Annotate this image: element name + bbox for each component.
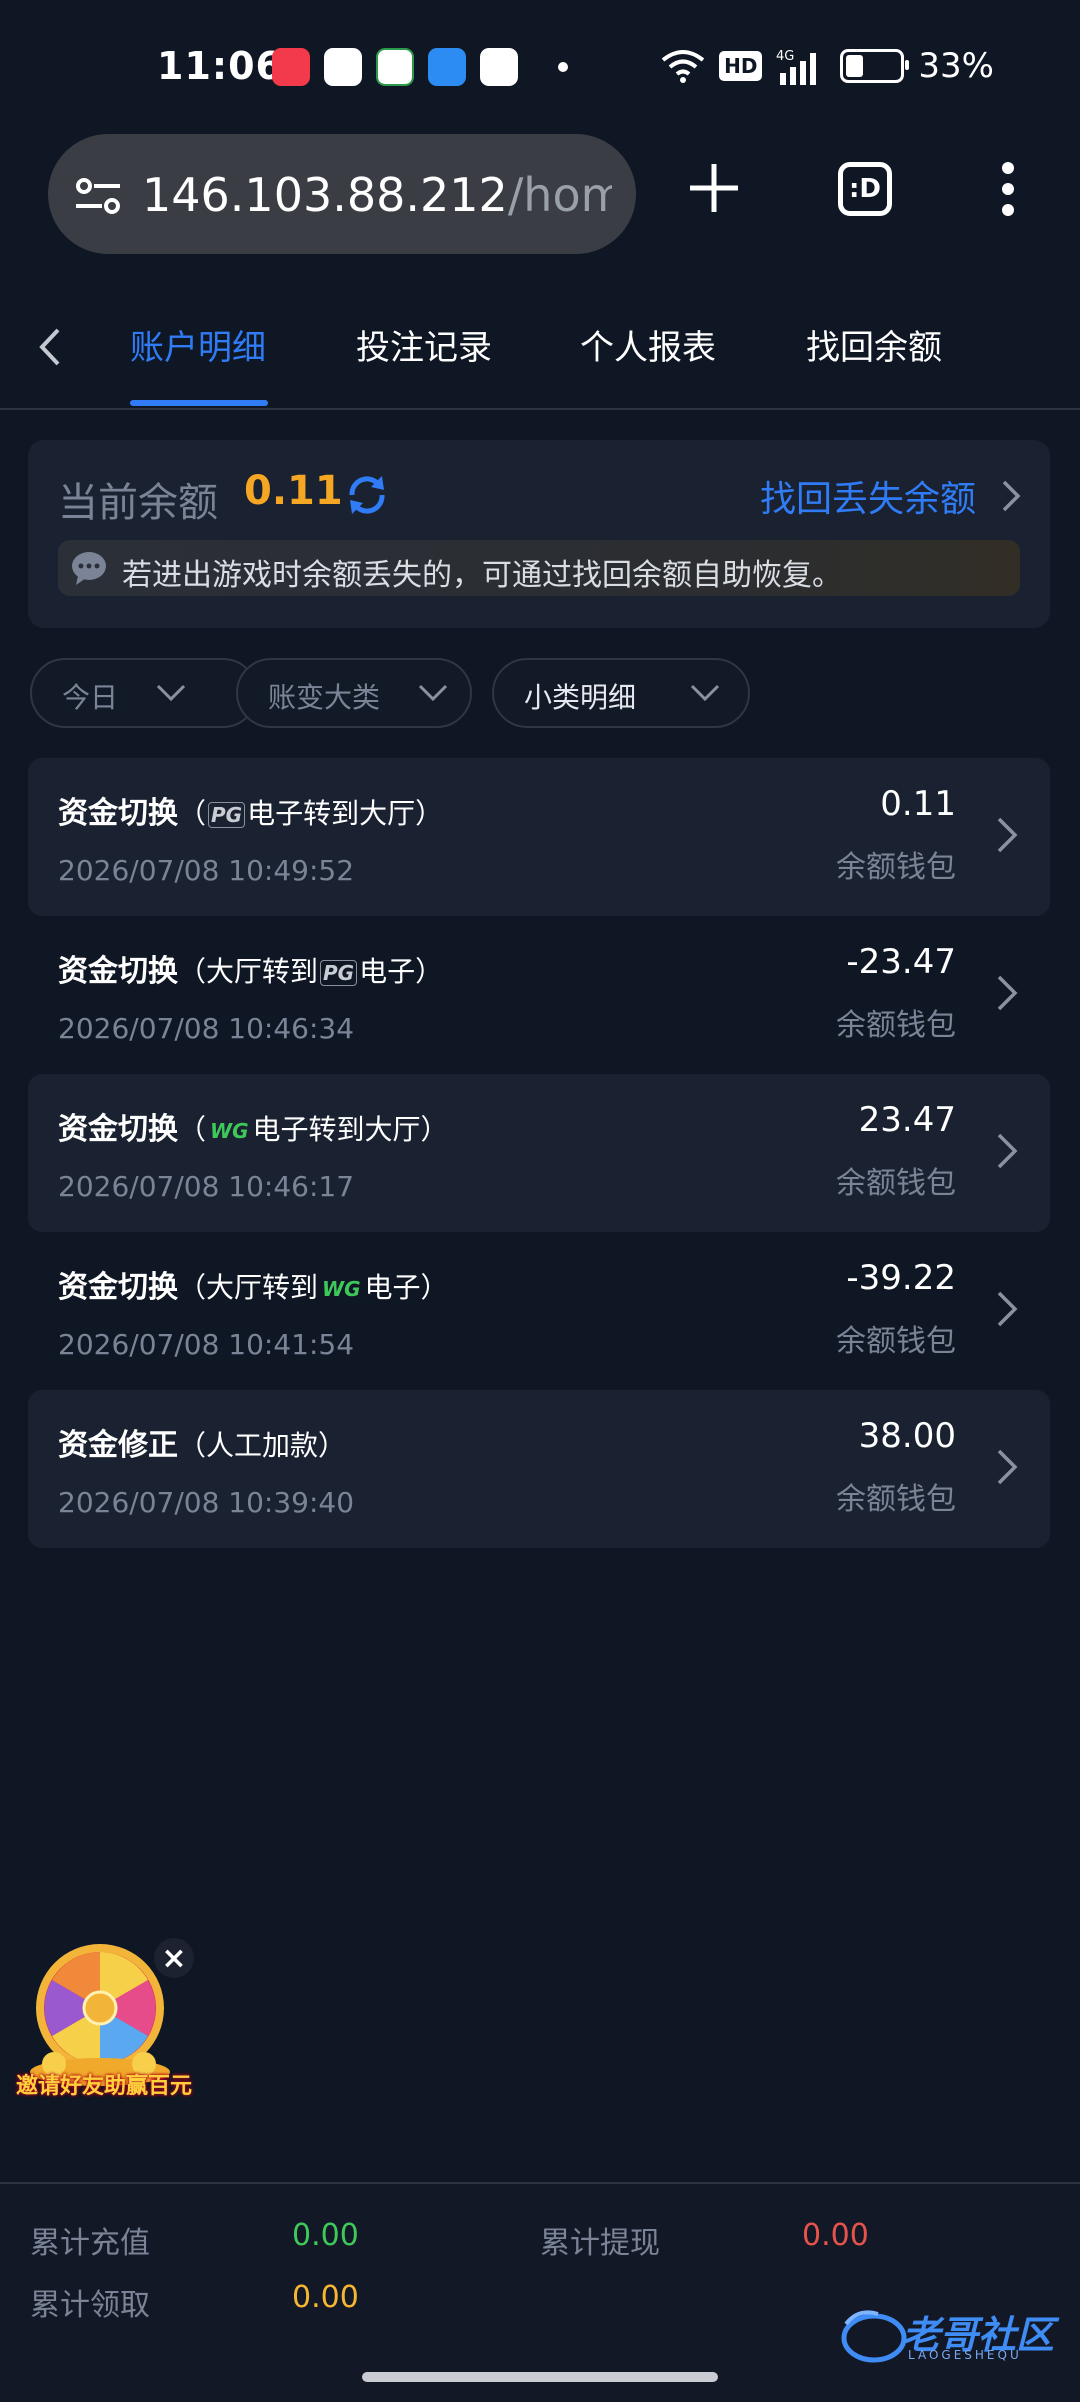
notification-icons (272, 48, 568, 86)
wg-logo: WG (322, 1276, 361, 1301)
total-recharge-label: 累计充值 (30, 2226, 150, 2261)
transaction-amount: 23.47 (858, 1100, 956, 1140)
transaction-wallet: 余额钱包 (836, 1166, 956, 1201)
watermark-logo: 老哥社区 LAOGESHEQU (838, 2300, 1068, 2370)
transaction-wallet: 余额钱包 (836, 1008, 956, 1043)
files-app-icon (428, 48, 466, 86)
total-claimed-label: 累计领取 (30, 2288, 150, 2323)
invite-promo-widget[interactable]: × 邀请好友助赢百元 (14, 1938, 194, 2110)
transaction-row[interactable]: 资金切换（ WG 电子转到大厅） 2026/07/08 10:46:17 23.47… (28, 1074, 1050, 1232)
battery-icon (840, 49, 910, 83)
transaction-title: 资金切换（ WG 电子转到大厅） (58, 1112, 449, 1147)
subcategory-filter-label: 小类明细 (524, 681, 637, 714)
close-promo-icon[interactable]: × (154, 1938, 194, 1978)
chat-bubble-icon (72, 552, 106, 585)
transaction-time: 2026/07/08 10:46:17 (58, 1170, 355, 1203)
total-withdraw-label: 累计提现 (540, 2226, 660, 2261)
transaction-amount: 0.11 (880, 784, 956, 824)
transaction-title: 资金切换（大厅转到 PG 电子） (58, 954, 444, 989)
date-filter-label: 今日 (62, 681, 119, 714)
transaction-time: 2026/07/08 10:39:40 (58, 1486, 355, 1519)
new-tab-plus-icon[interactable] (688, 162, 740, 214)
watermark-subtext: LAOGESHEQU (908, 2348, 1022, 2362)
battery-percent: 33% (918, 46, 994, 86)
chevron-right-icon (997, 1133, 1018, 1169)
transaction-list: 资金切换（ PG 电子转到大厅） 2026/07/08 10:49:52 0.11 … (28, 758, 1050, 1548)
transaction-row[interactable]: 资金修正（人工加款） 2026/07/08 10:39:40 38.00 余额钱… (28, 1390, 1050, 1548)
tab-bet-records[interactable]: 投注记录 (356, 320, 492, 369)
date-filter-dropdown[interactable]: 今日 (30, 658, 258, 728)
hd-badge: HD (719, 51, 763, 81)
status-time: 11:06 (157, 44, 283, 88)
subcategory-filter-dropdown[interactable]: 小类明细 (492, 658, 750, 728)
chevron-right-icon (997, 1291, 1018, 1327)
chevron-down-icon (690, 684, 720, 702)
refresh-balance-icon[interactable] (344, 472, 390, 518)
transaction-amount: 38.00 (858, 1416, 956, 1456)
transaction-wallet: 余额钱包 (836, 850, 956, 885)
url-path: /home/r (507, 168, 612, 222)
tab-personal-report[interactable]: 个人报表 (580, 320, 716, 369)
chevron-down-icon (418, 684, 448, 702)
browser-app-icon (480, 48, 518, 86)
url-host: 146.103.88.212 (142, 168, 508, 222)
transaction-title: 资金修正（人工加款） (58, 1428, 347, 1463)
transaction-wallet: 余额钱包 (836, 1482, 956, 1517)
system-indicators: HD 4G 33% (661, 46, 994, 86)
status-bar: 11:06 HD 4G 33% (0, 0, 1080, 130)
svg-text:4G: 4G (776, 49, 794, 64)
balance-value: 0.11 (244, 468, 343, 514)
category-filter-label: 账变大类 (268, 681, 381, 714)
recover-lost-balance-link[interactable]: 找回丢失余额 (760, 470, 976, 522)
transaction-row[interactable]: 资金切换（大厅转到 PG 电子） 2026/07/08 10:46:34 -23.4… (28, 916, 1050, 1074)
total-claimed-value: 0.00 (292, 2280, 359, 2315)
dragon-logo-icon (841, 2310, 907, 2363)
music-app-icon (272, 48, 310, 86)
chevron-right-icon[interactable] (998, 478, 1024, 514)
pg-logo: PG (208, 801, 246, 828)
chevron-right-icon (997, 975, 1018, 1011)
transaction-row[interactable]: 资金切换（大厅转到 WG 电子） 2026/07/08 10:41:54 -39.2… (28, 1232, 1050, 1390)
transaction-amount: -39.22 (846, 1258, 956, 1298)
category-filter-dropdown[interactable]: 账变大类 (236, 658, 472, 728)
account-tabs: 账户明细 投注记录 个人报表 找回余额 (0, 296, 1080, 410)
tab-account-details[interactable]: 账户明细 (130, 320, 266, 369)
transaction-time: 2026/07/08 10:49:52 (58, 854, 355, 887)
chevron-down-icon (156, 684, 186, 702)
transaction-title: 资金切换（ PG 电子转到大厅） (58, 796, 444, 831)
transaction-time: 2026/07/08 10:41:54 (58, 1328, 355, 1361)
transaction-amount: -23.47 (846, 942, 956, 982)
pg-logo: PG (320, 959, 358, 986)
camera-app-icon (324, 48, 362, 86)
cell-signal-icon: 4G (776, 49, 817, 85)
transaction-title: 资金切换（大厅转到 WG 电子） (58, 1270, 449, 1305)
transaction-wallet: 余额钱包 (836, 1324, 956, 1359)
total-recharge-value: 0.00 (292, 2218, 359, 2253)
transaction-time: 2026/07/08 10:46:34 (58, 1012, 355, 1045)
balance-label: 当前余额 (58, 480, 218, 526)
oppo-app-icon (376, 48, 414, 86)
promo-text: 邀请好友助赢百元 (15, 2074, 192, 2099)
tab-recover-balance[interactable]: 找回余额 (806, 320, 942, 369)
home-indicator[interactable] (362, 2372, 718, 2382)
url-text[interactable]: 146.103.88.212/home/r (142, 168, 612, 222)
back-arrow-icon[interactable] (30, 322, 70, 372)
active-tab-indicator (130, 400, 268, 406)
more-notifications-dot (558, 62, 568, 72)
more-menu-icon[interactable] (1000, 162, 1016, 216)
total-withdraw-value: 0.00 (802, 2218, 869, 2253)
battery-level (846, 55, 864, 77)
chevron-right-icon (997, 1449, 1018, 1485)
balance-card: 当前余额 0.11 找回丢失余额 若进出游戏时余额丢失的，可通过找回余额自助恢复… (28, 440, 1050, 628)
wg-logo: WG (210, 1118, 249, 1143)
hint-notice: 若进出游戏时余额丢失的，可通过找回余额自助恢复。 (58, 540, 1020, 596)
transaction-row[interactable]: 资金切换（ PG 电子转到大厅） 2026/07/08 10:49:52 0.11 … (28, 758, 1050, 916)
chevron-right-icon (997, 817, 1018, 853)
site-settings-icon[interactable] (74, 176, 122, 216)
url-bar[interactable]: 146.103.88.212/home/r (48, 134, 636, 254)
wifi-icon (661, 50, 705, 83)
hint-text: 若进出游戏时余额丢失的，可通过找回余额自助恢复。 (122, 558, 842, 593)
tab-switcher-button[interactable]: :D (838, 162, 892, 216)
